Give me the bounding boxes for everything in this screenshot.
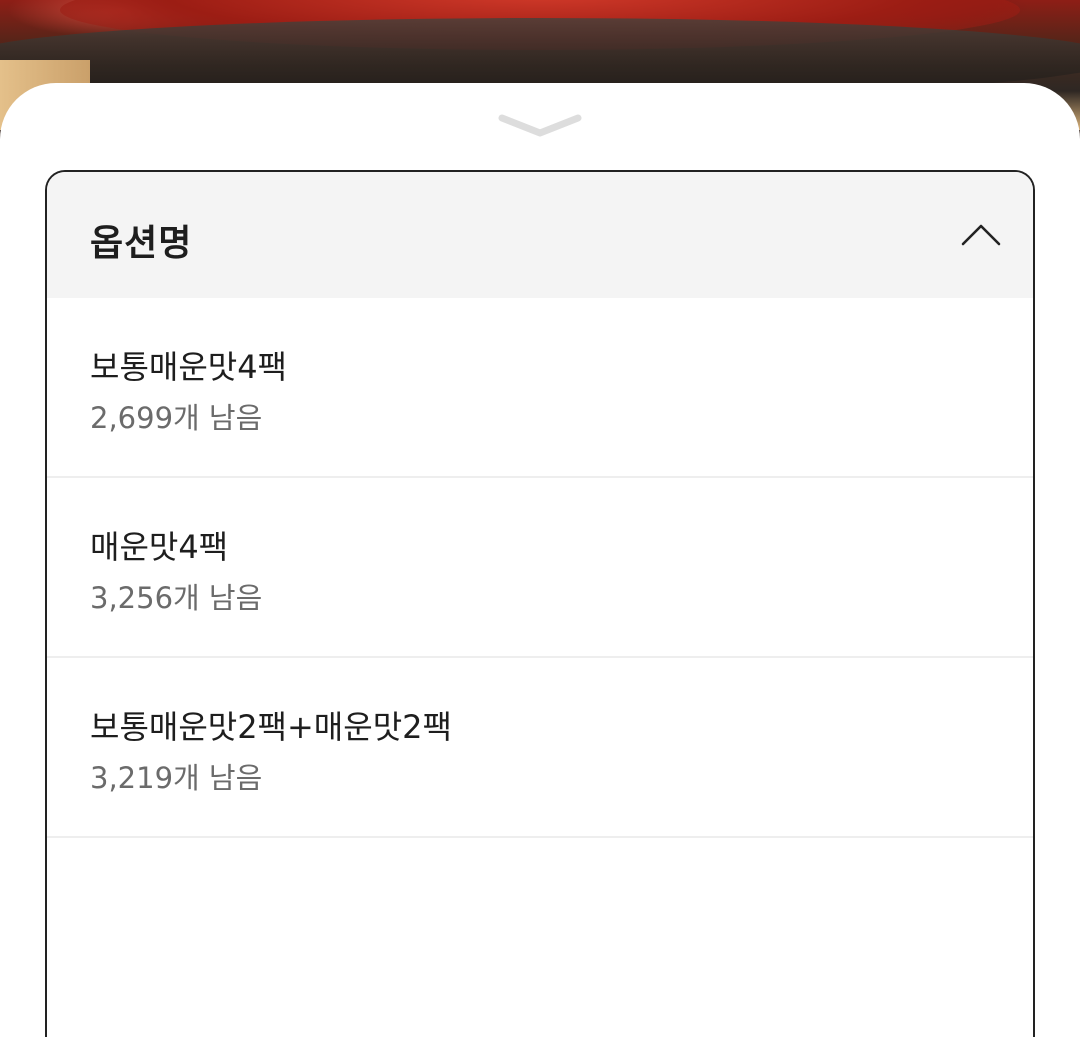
- option-select-box: 옵션명 보통매운맛4팩 2,699개 남음 매운맛4팩 3,256개 남음 보통…: [45, 170, 1035, 1037]
- option-stock: 3,219개 남음: [90, 761, 263, 795]
- option-name: 매운맛4팩: [90, 528, 229, 566]
- option-item[interactable]: 보통매운맛2팩+매운맛2팩 3,219개 남음: [47, 658, 1033, 838]
- product-option-screen: 옵션명 보통매운맛4팩 2,699개 남음 매운맛4팩 3,256개 남음 보통…: [0, 0, 1080, 1037]
- option-item[interactable]: 매운맛4팩 3,256개 남음: [47, 478, 1033, 658]
- chevron-up-icon[interactable]: [959, 212, 1003, 256]
- sheet-handle-chevron-down-icon[interactable]: [498, 113, 582, 139]
- option-name: 보통매운맛4팩: [90, 348, 287, 386]
- option-stock: 3,256개 남음: [90, 581, 263, 615]
- option-item[interactable]: 보통매운맛4팩 2,699개 남음: [47, 298, 1033, 478]
- option-title: 옵션명: [90, 223, 193, 264]
- option-name: 보통매운맛2팩+매운맛2팩: [90, 708, 452, 746]
- option-bottom-sheet: 옵션명 보통매운맛4팩 2,699개 남음 매운맛4팩 3,256개 남음 보통…: [0, 83, 1080, 1037]
- option-stock: 2,699개 남음: [90, 401, 263, 435]
- option-select-header[interactable]: 옵션명: [47, 172, 1033, 298]
